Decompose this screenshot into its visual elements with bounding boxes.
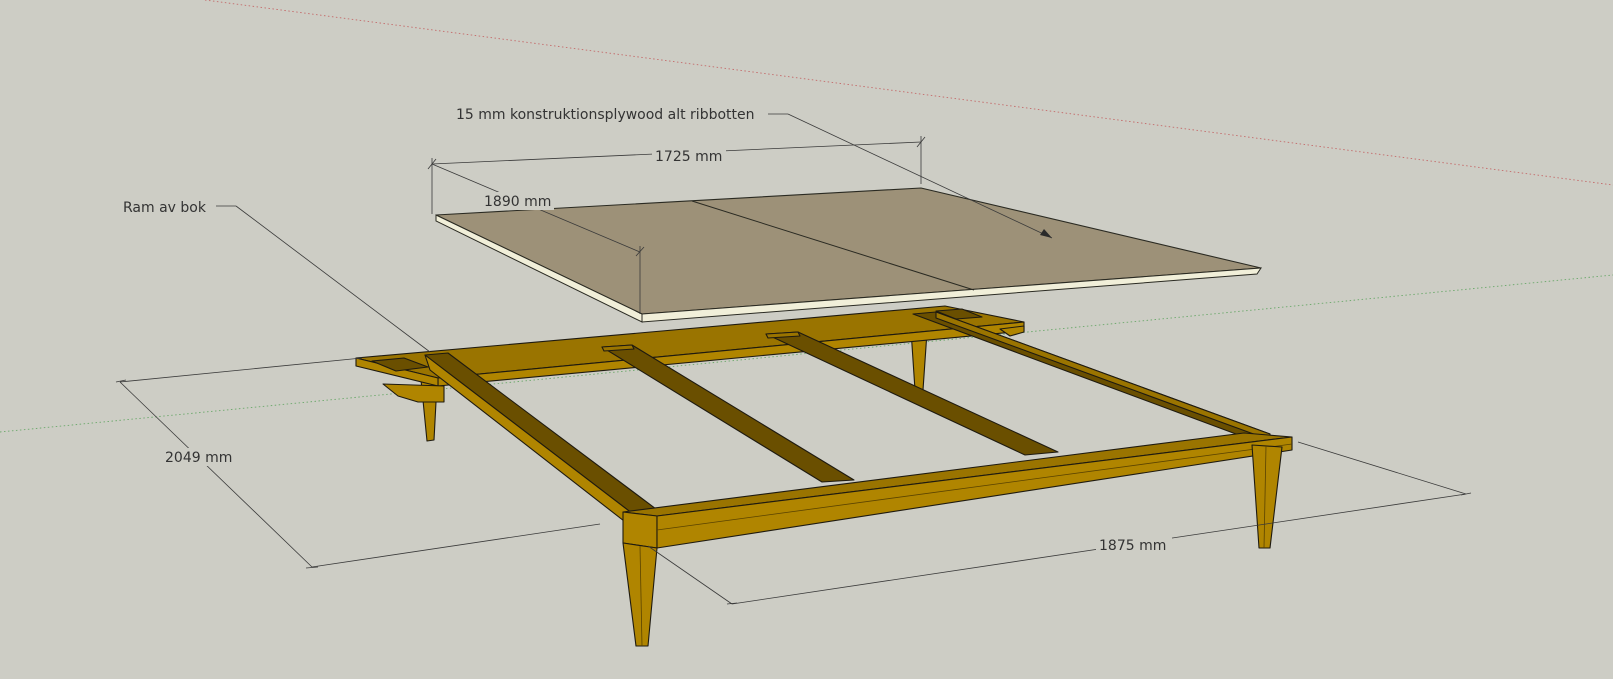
dim-label-1725: 1725 mm (655, 149, 722, 165)
plywood-note-label: 15 mm konstruktionsplywood alt ribbotten (456, 107, 755, 123)
red-axis (204, 0, 1613, 186)
dim-label-2049: 2049 mm (165, 450, 232, 466)
shelf-left-bracket (382, 383, 445, 403)
leg-front-right (1251, 444, 1283, 549)
bed-frame-drawing: 15 mm konstruktionsplywood alt ribbotten… (0, 0, 1613, 647)
dim-label-1875: 1875 mm (1099, 538, 1166, 554)
bed-frame (355, 305, 1293, 647)
left-rail-top (424, 352, 661, 515)
sketchup-viewport[interactable]: 15 mm konstruktionsplywood alt ribbotten… (0, 0, 1613, 679)
dim-label-1890: 1890 mm (484, 194, 551, 210)
front-rail-front (656, 436, 1293, 549)
front-rail-face (622, 511, 658, 549)
front-rail-top (622, 432, 1293, 517)
plywood-sheets (435, 187, 1262, 323)
frame-note-label: Ram av bok (123, 200, 207, 216)
front-rail-bevel (656, 443, 1293, 531)
plywood-top (435, 187, 1262, 315)
left-rail-face (424, 354, 634, 529)
slat-1 (601, 344, 855, 483)
